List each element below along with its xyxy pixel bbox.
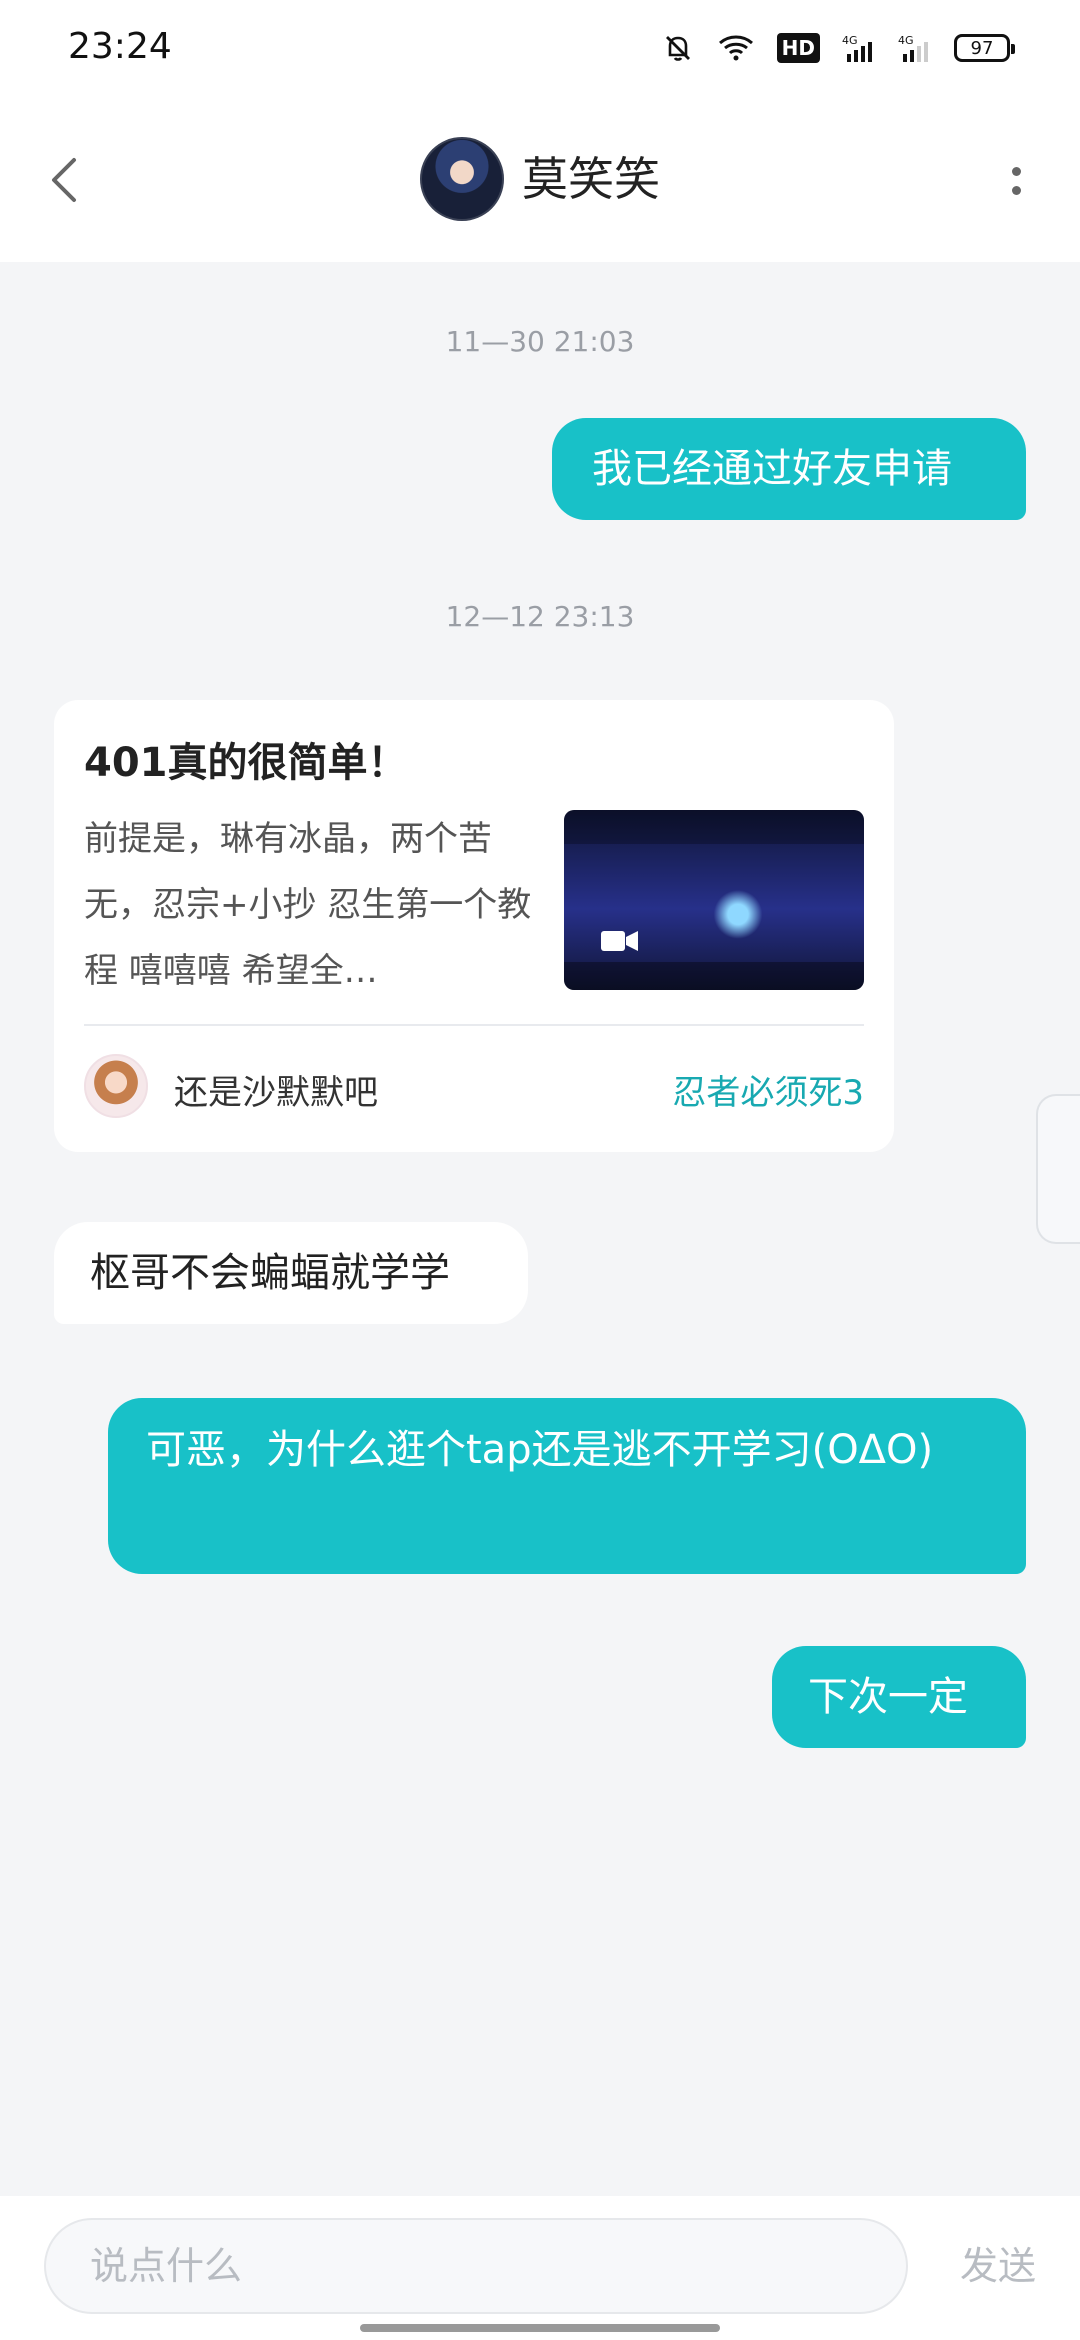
message-bubble-sent[interactable]: 可恶，为什么逛个tap还是逃不开学习(ΟΔΟ) <box>108 1398 1026 1574</box>
signal-icon: 4G <box>842 32 876 64</box>
game-name-link[interactable]: 忍者必须死3 <box>672 1065 864 1114</box>
contact-name[interactable]: 莫笑笑 <box>522 149 660 209</box>
hd-badge: HD <box>776 33 820 63</box>
wifi-icon <box>717 33 755 63</box>
message-bubble-received[interactable]: 枢哥不会蝙蝠就学学 <box>54 1222 528 1324</box>
send-button[interactable]: 发送 <box>960 2242 1036 2290</box>
battery-icon: 97 <box>954 34 1015 62</box>
signal-icon: 4G <box>898 32 932 64</box>
contact-header[interactable]: 莫笑笑 <box>0 134 1080 224</box>
message-input[interactable] <box>44 2218 908 2314</box>
more-options-button[interactable] <box>988 148 1044 214</box>
more-vertical-icon <box>1011 167 1021 176</box>
muted-bell-icon <box>661 31 695 65</box>
thumbnail-top-overlay <box>564 810 864 844</box>
battery-level: 97 <box>970 37 994 59</box>
more-vertical-icon <box>1011 186 1021 195</box>
thumbnail-bottom-overlay <box>564 962 864 990</box>
card-description: 前提是，琳有冰晶，两个苦无，忍宗+小抄 忍生第一个教程 嘻嘻嘻 希望全… <box>84 819 532 991</box>
author-avatar[interactable] <box>84 1054 148 1118</box>
message-text: 可恶，为什么逛个tap还是逃不开学习(ΟΔΟ) <box>146 1427 934 1473</box>
message-bubble-sent[interactable]: 下次一定 <box>772 1646 1026 1748</box>
card-title: 401真的很简单！ <box>84 740 408 786</box>
message-bubble-sent[interactable]: 我已经通过好友申请 <box>552 418 1026 520</box>
contact-avatar[interactable] <box>420 137 504 221</box>
message-input-bar: 发送 <box>0 2196 1080 2340</box>
card-divider <box>84 1024 864 1026</box>
side-handle[interactable] <box>1036 1094 1080 1244</box>
message-text: 枢哥不会蝙蝠就学学 <box>90 1250 450 1296</box>
message-text: 下次一定 <box>808 1674 968 1720</box>
video-icon <box>601 931 638 951</box>
svg-text:4G: 4G <box>898 34 914 47</box>
home-indicator[interactable] <box>360 2324 720 2332</box>
status-time: 23:24 <box>68 26 172 67</box>
message-text: 我已经通过好友申请 <box>592 446 952 492</box>
svg-text:4G: 4G <box>842 34 858 47</box>
video-thumbnail[interactable] <box>564 810 864 990</box>
status-icons: HD 4G 4G 97 <box>661 26 1015 70</box>
message-timestamp: 12—12 23:13 <box>445 600 635 633</box>
shared-post-card[interactable]: 401真的很简单！ 前提是，琳有冰晶，两个苦无，忍宗+小抄 忍生第一个教程 嘻嘻… <box>54 700 894 1152</box>
author-name[interactable]: 还是沙默默吧 <box>174 1065 378 1114</box>
message-timestamp: 11—30 21:03 <box>445 325 635 358</box>
top-bar: 23:24 HD 4G 4G 97 莫笑笑 <box>0 0 1080 262</box>
